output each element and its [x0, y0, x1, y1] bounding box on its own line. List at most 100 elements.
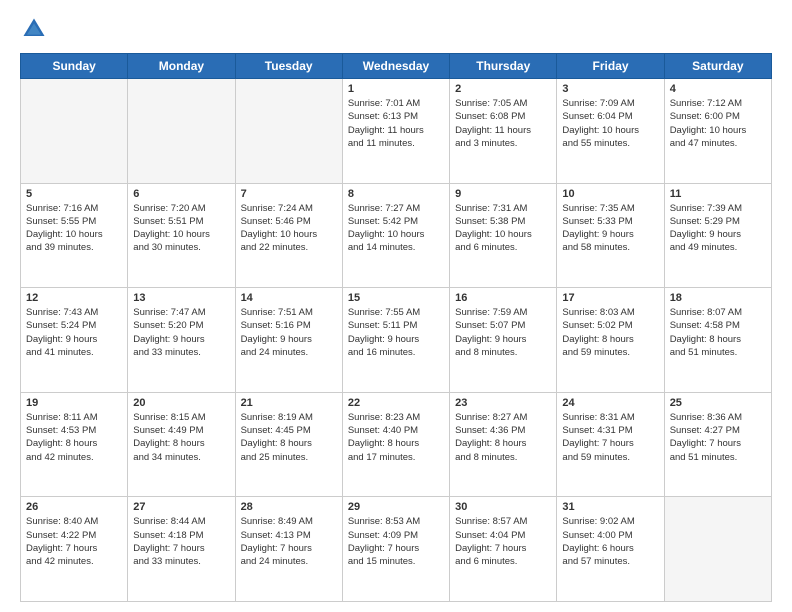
- calendar-cell: 30 Sunrise: 8:57 AMSunset: 4:04 PMDayligh…: [450, 497, 557, 602]
- cell-content: Sunrise: 8:07 AMSunset: 4:58 PMDaylight:…: [670, 306, 766, 359]
- col-header-tuesday: Tuesday: [235, 54, 342, 79]
- cell-content: Sunrise: 8:23 AMSunset: 4:40 PMDaylight:…: [348, 411, 444, 464]
- calendar-cell: 13 Sunrise: 7:47 AMSunset: 5:20 PMDayligh…: [128, 288, 235, 393]
- calendar-cell: [128, 79, 235, 184]
- day-number: 30: [455, 501, 551, 513]
- cell-content: Sunrise: 7:09 AMSunset: 6:04 PMDaylight:…: [562, 97, 658, 150]
- cell-content: Sunrise: 8:44 AMSunset: 4:18 PMDaylight:…: [133, 515, 229, 568]
- week-row-0: 1Sunrise: 7:01 AMSunset: 6:13 PMDaylight…: [21, 79, 772, 184]
- calendar-cell: 17 Sunrise: 8:03 AMSunset: 5:02 PMDayligh…: [557, 288, 664, 393]
- calendar-cell: 28 Sunrise: 8:49 AMSunset: 4:13 PMDayligh…: [235, 497, 342, 602]
- day-number: 6: [133, 188, 229, 200]
- day-number: 5: [26, 188, 122, 200]
- cell-content: Sunrise: 7:05 AMSunset: 6:08 PMDaylight:…: [455, 97, 551, 150]
- calendar-cell: 16 Sunrise: 7:59 AMSunset: 5:07 PMDayligh…: [450, 288, 557, 393]
- logo-icon: [20, 15, 48, 43]
- cell-content: Sunrise: 8:27 AMSunset: 4:36 PMDaylight:…: [455, 411, 551, 464]
- day-number: 26: [26, 501, 122, 513]
- cell-content: Sunrise: 7:27 AMSunset: 5:42 PMDaylight:…: [348, 202, 444, 255]
- day-number: 3: [562, 83, 658, 95]
- cell-content: Sunrise: 8:11 AMSunset: 4:53 PMDaylight:…: [26, 411, 122, 464]
- day-number: 27: [133, 501, 229, 513]
- cell-content: Sunrise: 7:55 AMSunset: 5:11 PMDaylight:…: [348, 306, 444, 359]
- day-number: 24: [562, 397, 658, 409]
- calendar-cell: 23 Sunrise: 8:27 AMSunset: 4:36 PMDayligh…: [450, 392, 557, 497]
- calendar-cell: 29 Sunrise: 8:53 AMSunset: 4:09 PMDayligh…: [342, 497, 449, 602]
- week-row-4: 26 Sunrise: 8:40 AMSunset: 4:22 PMDayligh…: [21, 497, 772, 602]
- day-number: 18: [670, 292, 766, 304]
- day-number: 19: [26, 397, 122, 409]
- cell-content: Sunrise: 8:49 AMSunset: 4:13 PMDaylight:…: [241, 515, 337, 568]
- calendar-cell: 25Sunrise: 8:36 AMSunset: 4:27 PMDayligh…: [664, 392, 771, 497]
- day-number: 10: [562, 188, 658, 200]
- calendar-cell: 27 Sunrise: 8:44 AMSunset: 4:18 PMDayligh…: [128, 497, 235, 602]
- day-number: 4: [670, 83, 766, 95]
- day-number: 28: [241, 501, 337, 513]
- header: [20, 15, 772, 43]
- calendar-header-row: SundayMondayTuesdayWednesdayThursdayFrid…: [21, 54, 772, 79]
- calendar-cell: [21, 79, 128, 184]
- calendar-cell: 20Sunrise: 8:15 AMSunset: 4:49 PMDayligh…: [128, 392, 235, 497]
- col-header-wednesday: Wednesday: [342, 54, 449, 79]
- logo: [20, 15, 52, 43]
- cell-content: Sunrise: 7:35 AMSunset: 5:33 PMDaylight:…: [562, 202, 658, 255]
- calendar-cell: 12Sunrise: 7:43 AMSunset: 5:24 PMDayligh…: [21, 288, 128, 393]
- calendar-cell: 7 Sunrise: 7:24 AMSunset: 5:46 PMDaylight…: [235, 183, 342, 288]
- calendar-cell: 24 Sunrise: 8:31 AMSunset: 4:31 PMDayligh…: [557, 392, 664, 497]
- calendar-cell: 14Sunrise: 7:51 AMSunset: 5:16 PMDayligh…: [235, 288, 342, 393]
- calendar-cell: 22 Sunrise: 8:23 AMSunset: 4:40 PMDayligh…: [342, 392, 449, 497]
- calendar-cell: 9 Sunrise: 7:31 AMSunset: 5:38 PMDaylight…: [450, 183, 557, 288]
- cell-content: Sunrise: 7:47 AMSunset: 5:20 PMDaylight:…: [133, 306, 229, 359]
- day-number: 8: [348, 188, 444, 200]
- cell-content: Sunrise: 8:40 AMSunset: 4:22 PMDaylight:…: [26, 515, 122, 568]
- cell-content: Sunrise: 7:59 AMSunset: 5:07 PMDaylight:…: [455, 306, 551, 359]
- day-number: 13: [133, 292, 229, 304]
- day-number: 20: [133, 397, 229, 409]
- calendar-cell: 5 Sunrise: 7:16 AMSunset: 5:55 PMDaylight…: [21, 183, 128, 288]
- day-number: 29: [348, 501, 444, 513]
- cell-content: Sunrise: 8:31 AMSunset: 4:31 PMDaylight:…: [562, 411, 658, 464]
- cell-content: Sunrise: 8:03 AMSunset: 5:02 PMDaylight:…: [562, 306, 658, 359]
- calendar-cell: 1Sunrise: 7:01 AMSunset: 6:13 PMDaylight…: [342, 79, 449, 184]
- day-number: 31: [562, 501, 658, 513]
- calendar-page: SundayMondayTuesdayWednesdayThursdayFrid…: [0, 0, 792, 612]
- col-header-monday: Monday: [128, 54, 235, 79]
- col-header-friday: Friday: [557, 54, 664, 79]
- calendar-cell: 2 Sunrise: 7:05 AMSunset: 6:08 PMDaylight…: [450, 79, 557, 184]
- cell-content: Sunrise: 9:02 AMSunset: 4:00 PMDaylight:…: [562, 515, 658, 568]
- cell-content: Sunrise: 7:20 AMSunset: 5:51 PMDaylight:…: [133, 202, 229, 255]
- cell-content: Sunrise: 7:31 AMSunset: 5:38 PMDaylight:…: [455, 202, 551, 255]
- calendar-cell: 26 Sunrise: 8:40 AMSunset: 4:22 PMDayligh…: [21, 497, 128, 602]
- day-number: 15: [348, 292, 444, 304]
- day-number: 22: [348, 397, 444, 409]
- day-number: 11: [670, 188, 766, 200]
- cell-content: Sunrise: 7:12 AMSunset: 6:00 PMDaylight:…: [670, 97, 766, 150]
- cell-content: Sunrise: 7:16 AMSunset: 5:55 PMDaylight:…: [26, 202, 122, 255]
- calendar-cell: 10 Sunrise: 7:35 AMSunset: 5:33 PMDayligh…: [557, 183, 664, 288]
- day-number: 12: [26, 292, 122, 304]
- cell-content: Sunrise: 8:36 AMSunset: 4:27 PMDaylight:…: [670, 411, 766, 464]
- calendar-cell: 21 Sunrise: 8:19 AMSunset: 4:45 PMDayligh…: [235, 392, 342, 497]
- day-number: 9: [455, 188, 551, 200]
- calendar-cell: [664, 497, 771, 602]
- week-row-3: 19 Sunrise: 8:11 AMSunset: 4:53 PMDayligh…: [21, 392, 772, 497]
- calendar-cell: 31 Sunrise: 9:02 AMSunset: 4:00 PMDayligh…: [557, 497, 664, 602]
- week-row-2: 12Sunrise: 7:43 AMSunset: 5:24 PMDayligh…: [21, 288, 772, 393]
- calendar-cell: 19 Sunrise: 8:11 AMSunset: 4:53 PMDayligh…: [21, 392, 128, 497]
- cell-content: Sunrise: 7:24 AMSunset: 5:46 PMDaylight:…: [241, 202, 337, 255]
- calendar-cell: 4 Sunrise: 7:12 AMSunset: 6:00 PMDaylight…: [664, 79, 771, 184]
- cell-content: Sunrise: 8:57 AMSunset: 4:04 PMDaylight:…: [455, 515, 551, 568]
- day-number: 23: [455, 397, 551, 409]
- day-number: 7: [241, 188, 337, 200]
- day-number: 1: [348, 83, 444, 95]
- cell-content: Sunrise: 8:19 AMSunset: 4:45 PMDaylight:…: [241, 411, 337, 464]
- day-number: 17: [562, 292, 658, 304]
- week-row-1: 5 Sunrise: 7:16 AMSunset: 5:55 PMDaylight…: [21, 183, 772, 288]
- calendar-cell: 18 Sunrise: 8:07 AMSunset: 4:58 PMDayligh…: [664, 288, 771, 393]
- calendar-cell: 3 Sunrise: 7:09 AMSunset: 6:04 PMDaylight…: [557, 79, 664, 184]
- day-number: 2: [455, 83, 551, 95]
- cell-content: Sunrise: 8:53 AMSunset: 4:09 PMDaylight:…: [348, 515, 444, 568]
- day-number: 21: [241, 397, 337, 409]
- day-number: 16: [455, 292, 551, 304]
- calendar-table: SundayMondayTuesdayWednesdayThursdayFrid…: [20, 53, 772, 602]
